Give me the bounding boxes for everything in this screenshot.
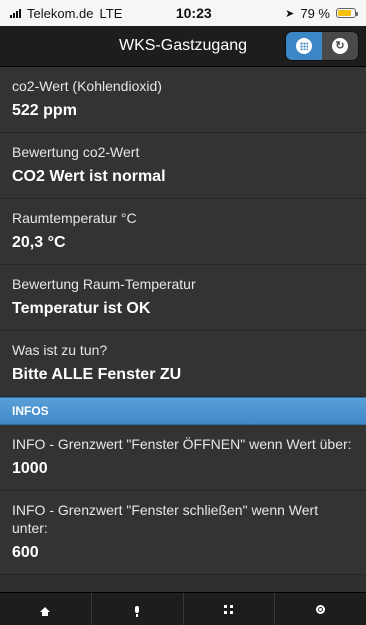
item-label: co2-Wert (Kohlendioxid): [12, 78, 162, 94]
qr-code-icon: [224, 604, 234, 614]
item-value: 600: [12, 544, 39, 561]
page-title: WKS-Gastzugang: [118, 37, 248, 54]
status-bar: Telekom.de LTE 10:23 ➤ 79 %: [0, 0, 366, 26]
header-button-group: ↻: [286, 32, 358, 60]
app-screen: Telekom.de LTE 10:23 ➤ 79 % WKS-Gastzuga…: [0, 0, 366, 625]
grid-icon: [296, 38, 312, 54]
item-label: Bewertung co2-Wert: [12, 144, 140, 160]
item-label: INFO - Grenzwert "Fenster schließen" wen…: [12, 502, 319, 536]
signal-icon: [10, 8, 21, 18]
list-item-action: Was ist zu tun? Bitte ALLE Fenster ZU: [0, 331, 366, 397]
microphone-icon: [135, 605, 140, 617]
status-bar-right: ➤ 79 %: [285, 5, 358, 21]
network-label: LTE: [99, 5, 123, 21]
refresh-button[interactable]: ↻: [322, 32, 358, 60]
battery-percent: 79 %: [300, 5, 330, 21]
item-value: CO2 Wert ist normal: [12, 168, 166, 185]
refresh-icon: ↻: [332, 38, 348, 54]
list-item-temperature: Raumtemperatur °C 20,3 °C: [0, 199, 366, 265]
bottom-nav: [0, 592, 366, 625]
location-arrow-icon: ➤: [285, 7, 295, 20]
app-header: WKS-Gastzugang ↻: [0, 26, 366, 67]
item-value: 1000: [12, 460, 48, 477]
item-value: 20,3 °C: [12, 234, 66, 251]
item-label: Raumtemperatur °C: [12, 210, 137, 226]
list-item-open-threshold: INFO - Grenzwert "Fenster ÖFFNEN" wenn W…: [0, 425, 366, 491]
section-header-infos: INFOS: [0, 397, 366, 425]
item-label: Was ist zu tun?: [12, 342, 108, 358]
battery-fill: [337, 10, 351, 16]
list-item-co2: co2-Wert (Kohlendioxid) 522 ppm: [0, 67, 366, 133]
list-item-co2-rating: Bewertung co2-Wert CO2 Wert ist normal: [0, 133, 366, 199]
item-value: 522 ppm: [12, 102, 77, 119]
list-item-temperature-rating: Bewertung Raum-Temperatur Temperatur ist…: [0, 265, 366, 331]
item-value: Bitte ALLE Fenster ZU: [12, 366, 182, 383]
item-value: Temperatur ist OK: [12, 300, 151, 317]
nav-settings-button[interactable]: [275, 593, 366, 625]
list-item-close-threshold: INFO - Grenzwert "Fenster schließen" wen…: [0, 491, 366, 575]
nav-microphone-button[interactable]: [92, 593, 184, 625]
nav-qr-button[interactable]: [184, 593, 276, 625]
gear-icon: [316, 604, 326, 614]
values-list: co2-Wert (Kohlendioxid) 522 ppm Bewertun…: [0, 67, 366, 575]
grid-button[interactable]: [286, 32, 322, 60]
home-icon: [40, 606, 51, 616]
item-label: Bewertung Raum-Temperatur: [12, 276, 196, 292]
carrier-label: Telekom.de: [27, 5, 94, 21]
item-label: INFO - Grenzwert "Fenster ÖFFNEN" wenn W…: [12, 436, 352, 452]
nav-home-button[interactable]: [0, 593, 92, 625]
clock: 10:23: [175, 5, 212, 21]
status-bar-left: Telekom.de LTE: [10, 6, 122, 21]
battery-icon: [335, 8, 358, 18]
